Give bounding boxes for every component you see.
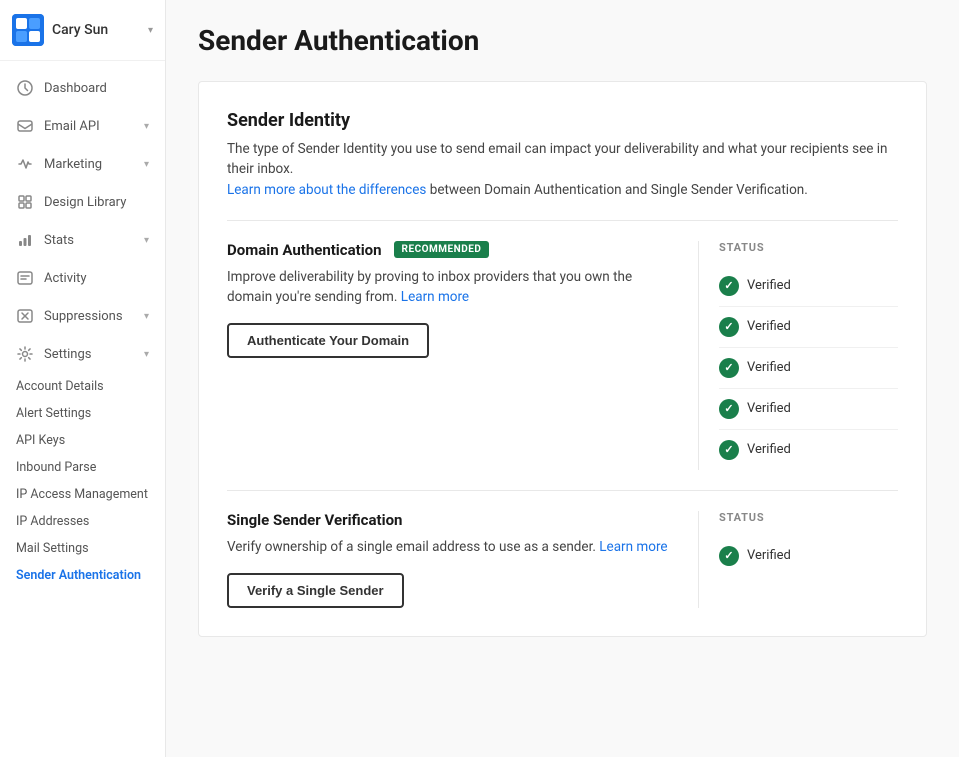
chevron-icon: ▾ — [144, 349, 149, 360]
single-sender-status: STATUS Verified — [698, 511, 898, 608]
sidebar-item-label: Email API — [44, 119, 144, 134]
domain-auth-learn-more-link[interactable]: Learn more — [401, 289, 469, 305]
sidebar-item-api-keys[interactable]: API Keys — [0, 427, 165, 454]
dashboard-icon — [16, 79, 34, 97]
sender-identity-desc: The type of Sender Identity you use to s… — [227, 139, 898, 200]
status-text: Verified — [747, 548, 791, 563]
chevron-icon: ▾ — [144, 159, 149, 170]
single-sender-section: Single Sender Verification Verify owners… — [227, 511, 898, 608]
email-api-icon — [16, 117, 34, 135]
status-text: Verified — [747, 360, 791, 375]
sidebar-item-label: Dashboard — [44, 81, 149, 96]
sidebar-item-alert-settings[interactable]: Alert Settings — [0, 400, 165, 427]
sender-identity-title: Sender Identity — [227, 110, 898, 131]
authenticate-domain-button[interactable]: Authenticate Your Domain — [227, 323, 429, 358]
verified-icon — [719, 276, 739, 296]
status-text: Verified — [747, 401, 791, 416]
section-divider-2 — [227, 490, 898, 491]
link-suffix: between Domain Authentication and Single… — [430, 182, 808, 198]
single-sender-desc: Verify ownership of a single email addre… — [227, 537, 678, 557]
settings-submenu: Account Details Alert Settings API Keys … — [0, 373, 165, 589]
chevron-icon: ▾ — [144, 311, 149, 322]
single-sender-learn-more-link[interactable]: Learn more — [599, 539, 667, 555]
single-sender-title: Single Sender Verification — [227, 511, 402, 529]
sidebar-item-label: Design Library — [44, 195, 149, 210]
user-chevron-icon: ▾ — [148, 25, 153, 36]
marketing-icon — [16, 155, 34, 173]
domain-auth-title: Domain Authentication — [227, 241, 382, 259]
chevron-icon: ▾ — [144, 235, 149, 246]
sidebar-item-ip-access-management[interactable]: IP Access Management — [0, 481, 165, 508]
verified-icon — [719, 399, 739, 419]
design-library-icon — [16, 193, 34, 211]
domain-auth-desc: Improve deliverability by proving to inb… — [227, 267, 678, 308]
sidebar-nav: Dashboard Email API ▾ Marketing ▾ — [0, 61, 165, 757]
sidebar-item-stats[interactable]: Stats ▾ — [0, 221, 165, 259]
sidebar-item-mail-settings[interactable]: Mail Settings — [0, 535, 165, 562]
sidebar-item-sender-authentication[interactable]: Sender Authentication — [0, 562, 165, 589]
domain-auth-section: Domain Authentication RECOMMENDED Improv… — [227, 241, 898, 470]
single-sender-left: Single Sender Verification Verify owners… — [227, 511, 698, 608]
domain-auth-status: STATUS Verified Verified Verified Verifi… — [698, 241, 898, 470]
status-row: Verified — [719, 348, 898, 389]
sidebar-item-label: Activity — [44, 271, 149, 286]
sidebar-item-settings[interactable]: Settings ▾ — [0, 335, 165, 373]
sidebar-item-label: Settings — [44, 347, 144, 362]
sidebar-item-activity[interactable]: Activity — [0, 259, 165, 297]
sidebar-item-inbound-parse[interactable]: Inbound Parse — [0, 454, 165, 481]
sidebar-item-suppressions[interactable]: Suppressions ▾ — [0, 297, 165, 335]
sidebar-item-design-library[interactable]: Design Library — [0, 183, 165, 221]
avatar — [12, 14, 44, 46]
status-text: Verified — [747, 319, 791, 334]
user-profile[interactable]: Cary Sun ▾ — [0, 0, 165, 61]
verified-icon — [719, 317, 739, 337]
sidebar: Cary Sun ▾ Dashboard Email API ▾ — [0, 0, 166, 757]
settings-icon — [16, 345, 34, 363]
status-row: Verified — [719, 536, 898, 576]
user-name: Cary Sun — [52, 22, 148, 38]
sidebar-item-label: Stats — [44, 233, 144, 248]
page-title: Sender Authentication — [198, 24, 927, 57]
sidebar-item-ip-addresses[interactable]: IP Addresses — [0, 508, 165, 535]
sidebar-item-dashboard[interactable]: Dashboard — [0, 69, 165, 107]
learn-more-link[interactable]: Learn more about the differences — [227, 182, 426, 198]
verify-single-sender-button[interactable]: Verify a Single Sender — [227, 573, 404, 608]
single-sender-header: Single Sender Verification — [227, 511, 678, 529]
status-row: Verified — [719, 430, 898, 470]
sender-identity-card: Sender Identity The type of Sender Ident… — [198, 81, 927, 637]
status-row: Verified — [719, 266, 898, 307]
verified-icon — [719, 440, 739, 460]
suppressions-icon — [16, 307, 34, 325]
chevron-icon: ▾ — [144, 121, 149, 132]
sidebar-item-label: Suppressions — [44, 309, 144, 324]
verified-icon — [719, 358, 739, 378]
sidebar-item-marketing[interactable]: Marketing ▾ — [0, 145, 165, 183]
verified-icon — [719, 546, 739, 566]
single-sender-status-header: STATUS — [719, 511, 898, 524]
sidebar-item-email-api[interactable]: Email API ▾ — [0, 107, 165, 145]
activity-icon — [16, 269, 34, 287]
sidebar-item-account-details[interactable]: Account Details — [0, 373, 165, 400]
status-row: Verified — [719, 307, 898, 348]
stats-icon — [16, 231, 34, 249]
domain-auth-status-header: STATUS — [719, 241, 898, 254]
sidebar-item-label: Marketing — [44, 157, 144, 172]
section-divider — [227, 220, 898, 221]
status-text: Verified — [747, 442, 791, 457]
status-row: Verified — [719, 389, 898, 430]
main-content: Sender Authentication Sender Identity Th… — [166, 0, 959, 757]
domain-auth-header: Domain Authentication RECOMMENDED — [227, 241, 678, 259]
recommended-badge: RECOMMENDED — [394, 241, 490, 258]
domain-auth-left: Domain Authentication RECOMMENDED Improv… — [227, 241, 698, 470]
status-text: Verified — [747, 278, 791, 293]
